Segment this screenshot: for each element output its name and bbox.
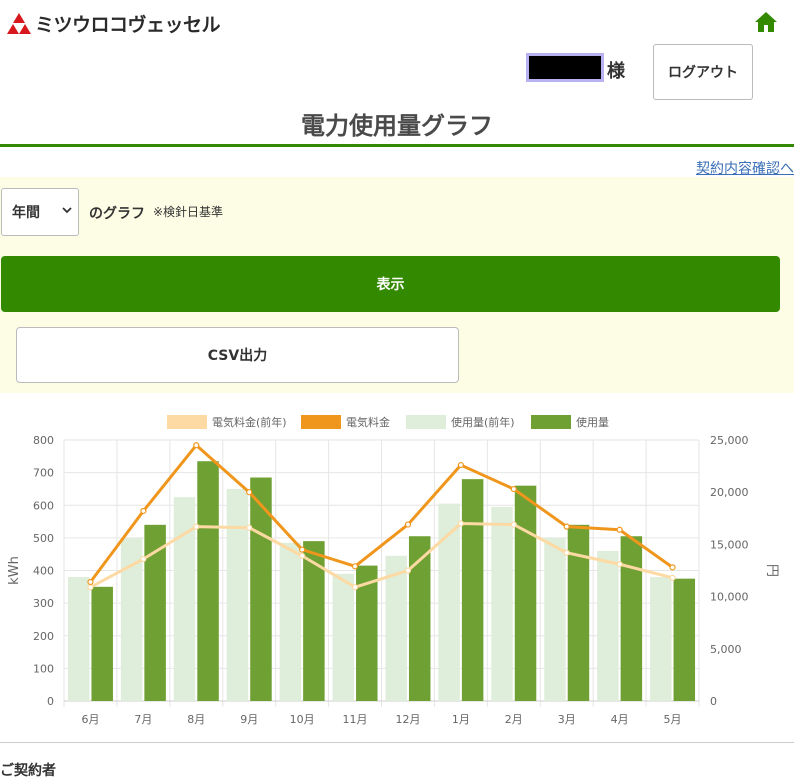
fee-prev-point	[299, 552, 306, 559]
fee-point	[87, 578, 94, 586]
fee-point	[669, 564, 676, 571]
bar-usage	[197, 461, 219, 701]
fee-prev-point	[457, 520, 464, 527]
fee-prev-point	[404, 567, 412, 574]
logo-triangles-icon	[7, 12, 31, 34]
x-tick-label: 7月	[134, 713, 152, 726]
bar-usage-prev	[544, 537, 566, 701]
home-icon[interactable]	[754, 10, 778, 34]
fee-prev-point	[87, 584, 94, 591]
y-axis-title: kWh	[7, 556, 22, 585]
x-tick-label: 4月	[611, 713, 629, 726]
y-tick-label: 100	[33, 662, 54, 675]
contract-details-link[interactable]: 契約内容確認へ	[696, 158, 794, 178]
page-title: 電力使用量グラフ	[301, 112, 493, 140]
fee-point	[457, 461, 464, 469]
fee-point	[299, 546, 306, 553]
x-tick-label: 3月	[558, 713, 576, 726]
graph-label: のグラフ	[89, 206, 145, 222]
y-tick-label: 400	[33, 565, 54, 578]
fee-prev-point	[193, 523, 200, 530]
legend-label: 使用量	[576, 416, 609, 429]
legend-swatch	[531, 415, 571, 429]
legend-label: 使用量(前年)	[451, 415, 515, 429]
x-tick-label: 5月	[664, 713, 682, 726]
title-divider	[0, 144, 794, 147]
user-name-redacted	[526, 53, 604, 82]
fee-point	[563, 523, 570, 530]
logout-button[interactable]: ログアウト	[653, 44, 753, 100]
y2-tick-label: 0	[710, 695, 717, 708]
brand-logo: ミツウロコヴェッセル	[6, 10, 221, 37]
y-tick-label: 600	[33, 499, 54, 512]
bar-usage	[461, 479, 484, 701]
csv-export-button[interactable]: CSV出力	[16, 327, 459, 383]
contractor-heading: ご契約者	[0, 763, 56, 779]
y2-tick-label: 25,000	[710, 434, 749, 447]
show-button[interactable]: 表示	[1, 256, 780, 312]
x-tick-label: 9月	[240, 713, 258, 726]
y2-tick-label: 15,000	[710, 538, 749, 551]
fee-point	[140, 507, 147, 515]
y2-tick-label: 20,000	[710, 486, 749, 499]
bar-usage	[673, 578, 696, 701]
y-tick-label: 800	[33, 434, 54, 447]
x-tick-label: 1月	[452, 713, 470, 726]
legend-label: 電気料金(前年)	[212, 415, 287, 429]
fee-point	[351, 563, 359, 570]
fee-prev-point	[351, 584, 359, 591]
y2-tick-label: 5,000	[710, 643, 742, 656]
y-tick-label: 700	[33, 467, 54, 480]
y-tick-label: 300	[33, 597, 54, 610]
logo-text: ミツウロコヴェッセル	[35, 14, 221, 36]
fee-prev-point	[616, 561, 623, 568]
bar-usage-prev	[332, 573, 355, 701]
period-select-value: 年間	[12, 205, 40, 221]
bar-usage	[567, 524, 590, 701]
legend-swatch	[167, 415, 207, 429]
x-tick-label: 11月	[343, 713, 368, 726]
fee-prev-point	[669, 574, 676, 581]
fee-point	[404, 521, 412, 528]
fee-prev-point	[563, 549, 570, 556]
bar-usage-prev	[491, 506, 513, 701]
fee-point	[510, 485, 517, 493]
legend-label: 電気料金	[346, 415, 390, 429]
legend-swatch	[406, 415, 446, 429]
fee-point	[616, 526, 623, 533]
x-tick-label: 8月	[187, 713, 205, 726]
x-tick-label: 2月	[505, 713, 523, 726]
basis-note: ※検針日基準	[153, 205, 224, 219]
user-honorific: 様	[607, 61, 625, 82]
bar-usage-prev	[597, 550, 619, 701]
section-divider	[0, 742, 794, 743]
y-tick-label: 500	[33, 532, 54, 545]
x-tick-label: 6月	[81, 713, 99, 726]
bar-usage-prev	[226, 488, 249, 701]
y2-axis-title: 円	[764, 564, 779, 577]
fee-point	[193, 442, 200, 449]
bar-usage	[91, 586, 113, 701]
x-tick-label: 10月	[290, 713, 315, 726]
fee-prev-point	[140, 555, 147, 563]
fee-point	[246, 489, 253, 496]
y2-tick-label: 10,000	[710, 591, 749, 604]
bar-usage	[620, 536, 643, 701]
bar-usage	[514, 485, 537, 701]
bar-usage	[303, 541, 325, 701]
fee-prev-point	[246, 524, 253, 531]
bar-usage-prev	[67, 577, 90, 701]
fee-prev-point	[510, 521, 517, 528]
usage-chart: 0 100 200 300 400 500 600 700 800 0 5,000 10,000 15,…	[7, 415, 779, 726]
bar-usage-prev	[650, 577, 672, 701]
y-tick-label: 200	[33, 630, 54, 643]
chevron-down-icon	[62, 207, 72, 214]
legend-swatch	[301, 415, 341, 429]
bar-usage-prev	[279, 542, 302, 701]
y-tick-label: 0	[47, 695, 54, 708]
x-tick-label: 12月	[395, 713, 420, 726]
